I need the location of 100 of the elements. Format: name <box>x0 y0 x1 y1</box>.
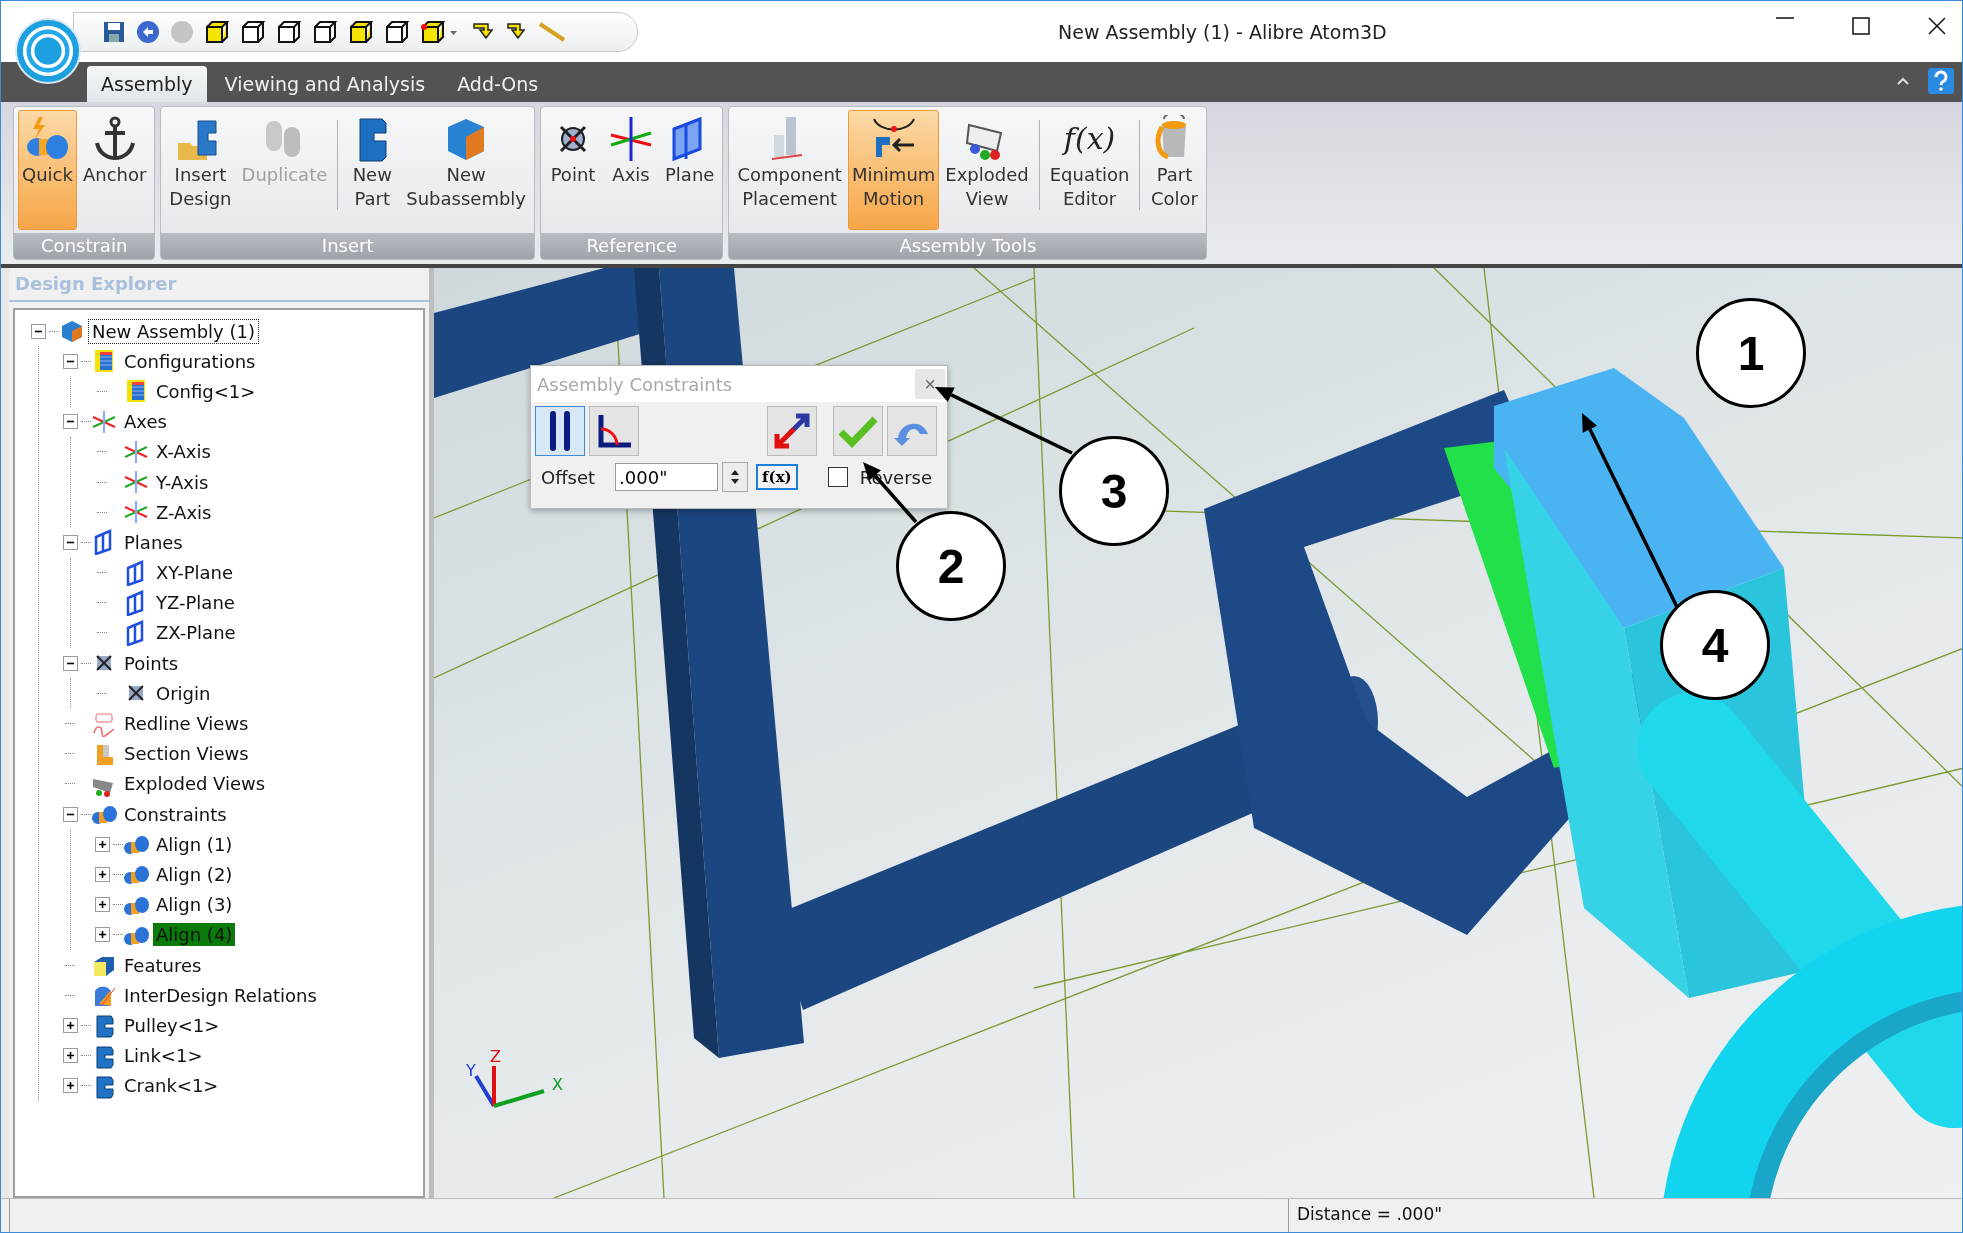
ribbon-tab[interactable]: Viewing and Analysis <box>210 66 440 102</box>
ribbon-button[interactable]: Anchor <box>78 110 151 230</box>
expander-box[interactable] <box>94 866 110 882</box>
ribbon-button[interactable]: Minimum Motion <box>847 110 940 230</box>
plus-icon <box>97 869 107 879</box>
tree-item[interactable]: New Assembly (1) <box>89 319 258 343</box>
expander-box[interactable] <box>94 927 110 943</box>
tree-item[interactable]: Link<1> <box>121 1044 206 1068</box>
expander-box[interactable] <box>62 806 78 822</box>
ribbon-button[interactable]: Quick <box>18 110 77 230</box>
tree-item[interactable]: X-Axis <box>153 440 214 464</box>
reverse-checkbox[interactable] <box>827 467 848 487</box>
undo-icon[interactable] <box>136 19 160 44</box>
axis-triad-drawing: Y Z X <box>464 1046 584 1126</box>
tree-item[interactable]: Constraints <box>121 802 230 826</box>
panel-title: Design Explorer <box>9 268 429 302</box>
expander-box[interactable] <box>62 534 78 550</box>
axis-icon <box>123 499 149 526</box>
undo-button[interactable] <box>887 406 937 456</box>
tree-item[interactable]: Y-Axis <box>153 470 212 494</box>
cube-view-icon[interactable] <box>276 18 302 45</box>
tree-item[interactable]: XY-Plane <box>153 561 237 585</box>
cube-view-icon[interactable] <box>240 18 266 45</box>
expander-box[interactable] <box>62 1017 78 1033</box>
offset-field[interactable]: .000" <box>615 463 719 491</box>
tree-item[interactable]: YZ-Plane <box>153 591 238 615</box>
ribbon-button[interactable]: Component Placement <box>733 110 846 230</box>
expander-box[interactable] <box>62 1078 78 1094</box>
axis-icon <box>91 408 117 435</box>
tree-item[interactable]: Z-Axis <box>153 500 215 524</box>
ribbon-tab[interactable]: Assembly <box>87 66 207 102</box>
expander-box[interactable] <box>94 836 110 852</box>
tree-item[interactable]: ZX-Plane <box>153 621 239 645</box>
tree-item[interactable]: Planes <box>121 530 186 554</box>
plus-icon <box>65 1020 75 1030</box>
cube-view-icon[interactable] <box>348 18 374 45</box>
save-icon[interactable] <box>102 19 126 44</box>
group-label: Insert <box>161 233 534 259</box>
tree-item[interactable]: Crank<1> <box>121 1074 222 1098</box>
expander-box[interactable] <box>30 323 46 339</box>
tree-item[interactable]: Align (1) <box>153 832 236 856</box>
ribbon-button[interactable]: Part Color <box>1146 110 1203 230</box>
function-symbol: f(x) <box>1063 120 1116 158</box>
tree-item[interactable]: Align (2) <box>153 862 236 886</box>
function-button[interactable]: f(x) <box>756 464 798 490</box>
ribbon-button[interactable]: New Part <box>344 110 401 230</box>
constraint-mode-button[interactable] <box>589 406 639 456</box>
expander-box[interactable] <box>62 1048 78 1064</box>
ribbon-button[interactable]: Plane <box>661 110 719 230</box>
cube-view-icon[interactable] <box>204 18 230 45</box>
tree-item[interactable]: Origin <box>153 681 214 705</box>
tree-item[interactable]: Section Views <box>121 742 252 766</box>
checkmark-icon <box>838 414 878 448</box>
axis-icon <box>123 438 149 465</box>
tree-item[interactable]: Config<1> <box>153 379 259 403</box>
tree-item[interactable]: Pulley<1> <box>121 1013 223 1037</box>
tree-item[interactable]: Exploded Views <box>121 772 269 796</box>
tree-item[interactable]: Points <box>121 651 182 675</box>
ribbon-button[interactable]: Exploded View <box>941 110 1033 230</box>
expander-box[interactable] <box>62 414 78 430</box>
window-title: New Assembly (1) - Alibre Atom3D <box>1058 20 1387 43</box>
spinner-button[interactable] <box>722 462 749 492</box>
ribbon-button[interactable]: Insert Design <box>165 110 236 230</box>
expander-box[interactable] <box>94 897 110 913</box>
ribbon-button[interactable]: New Subassembly <box>402 110 530 230</box>
plus-icon <box>65 1051 75 1061</box>
group-label: Constrain <box>14 233 155 259</box>
plus-icon <box>97 839 107 849</box>
expander-box[interactable] <box>62 655 78 671</box>
cube-view-dropdown-icon[interactable] <box>420 18 460 45</box>
group-label: Assembly Tools <box>729 233 1207 259</box>
callout-number: 3 <box>1059 436 1169 546</box>
flip-arrows-icon <box>772 411 812 451</box>
redline-icon <box>91 710 117 737</box>
ribbon-button[interactable]: f(x) Equation Editor <box>1045 110 1134 230</box>
cube-view-icon[interactable] <box>384 18 410 45</box>
constraint-mode-button[interactable] <box>535 406 585 456</box>
tree-item[interactable]: Features <box>121 953 205 977</box>
dialog-title: Assembly Constraints <box>537 373 733 395</box>
offset-label: Offset <box>541 466 596 488</box>
assembly-cube-icon <box>59 318 85 345</box>
tree-item[interactable]: InterDesign Relations <box>121 983 320 1007</box>
flip-button[interactable] <box>767 406 817 456</box>
ribbon-button[interactable]: Axis <box>603 110 659 230</box>
collapse-caret-icon[interactable] <box>1896 76 1910 86</box>
status-message: Distance = .000" <box>1288 1199 1962 1232</box>
tree-item[interactable]: Axes <box>121 410 170 434</box>
tree-item[interactable]: Redline Views <box>121 712 252 736</box>
callout-number: 1 <box>1696 298 1806 408</box>
expander-box[interactable] <box>62 353 78 369</box>
cube-view-icon[interactable] <box>312 18 338 45</box>
minimize-icon <box>1776 17 1794 19</box>
ribbon-button[interactable]: Point <box>545 110 601 230</box>
group-label: Reference <box>541 233 723 259</box>
tree-item[interactable]: Configurations <box>121 349 259 373</box>
callout-number: 2 <box>896 511 1006 621</box>
help-icon[interactable] <box>1928 68 1954 94</box>
ribbon-tab[interactable]: Add-Ons <box>443 66 553 102</box>
tree-item[interactable]: Align (3) <box>153 893 236 917</box>
close-button[interactable]: × <box>915 369 945 399</box>
